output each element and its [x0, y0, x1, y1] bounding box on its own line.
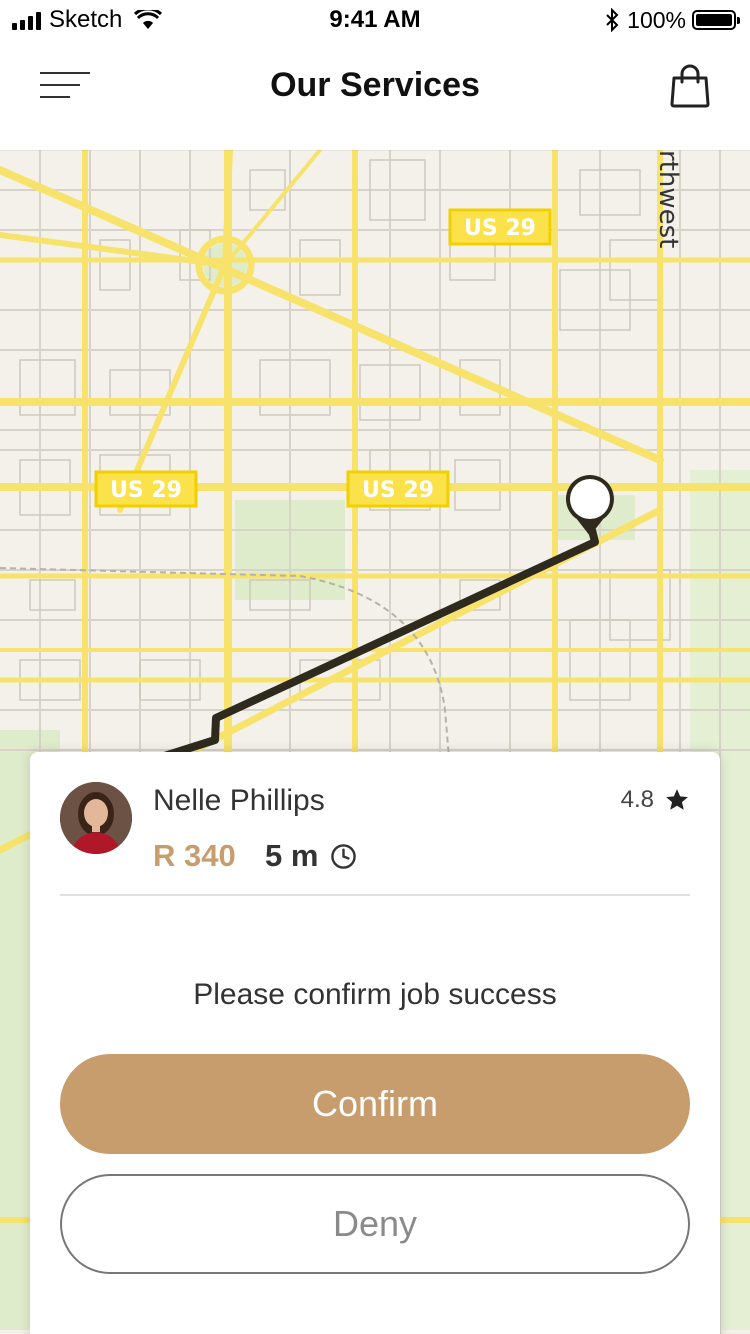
- job-eta: 5 m: [265, 838, 357, 874]
- clock-icon: [331, 843, 357, 869]
- avatar: [60, 782, 132, 854]
- job-price: R 340: [153, 838, 236, 873]
- divider: [60, 894, 690, 896]
- deny-button[interactable]: Deny: [60, 1174, 690, 1274]
- route-shield: US 29: [448, 208, 552, 246]
- screen: US 29 US 29 US 29 rthwest Sketch 9:41 AM…: [0, 0, 750, 1334]
- nav-bar: Our Services: [0, 40, 750, 150]
- status-bar: Sketch 9:41 AM 100%: [0, 0, 750, 40]
- driver-rating: 4.8: [621, 786, 690, 814]
- cart-button[interactable]: [668, 64, 712, 108]
- confirm-button[interactable]: Confirm: [60, 1054, 690, 1154]
- route-shield: US 29: [346, 470, 450, 508]
- svg-text:US 29: US 29: [362, 478, 434, 503]
- street-label: rthwest: [653, 150, 683, 248]
- svg-text:US 29: US 29: [464, 216, 536, 241]
- page-title: Our Services: [270, 66, 480, 104]
- route-shield: US 29: [94, 470, 198, 508]
- battery-percent: 100%: [627, 6, 686, 33]
- battery-icon: [692, 10, 740, 30]
- confirmation-prompt: Please confirm job success: [193, 978, 557, 1011]
- bluetooth-icon: [606, 8, 619, 32]
- driver-name: Nelle Phillips: [153, 784, 325, 817]
- job-confirmation-card: Nelle Phillips 4.8 R 340 5 m Please conf…: [30, 752, 720, 1334]
- star-icon: [666, 789, 688, 810]
- status-right: 100%: [605, 6, 740, 34]
- rating-value: 4.8: [620, 786, 654, 813]
- shopping-bag-icon: [670, 64, 710, 108]
- driver-photo: [60, 782, 132, 854]
- eta-value: 5 m: [265, 838, 319, 873]
- svg-text:US 29: US 29: [110, 478, 182, 503]
